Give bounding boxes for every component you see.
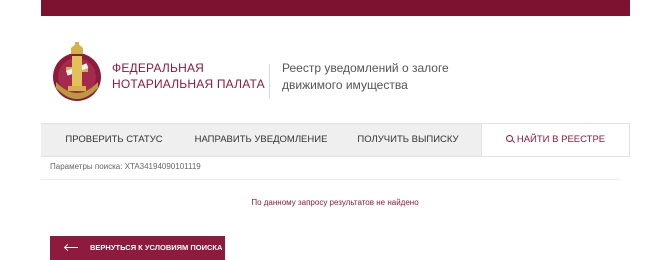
registry-title-line1: Реестр уведомлений о залоге	[282, 61, 449, 75]
divider	[41, 179, 620, 180]
org-name-line1: Федеральная	[112, 61, 205, 75]
arrow-left-icon	[65, 247, 78, 249]
back-button-label: Вернуться к условиям поиска	[90, 243, 223, 252]
tab-label: Направить уведомление	[194, 134, 328, 145]
tab-check-status[interactable]: Проверить статус	[41, 124, 187, 156]
tab-send-notification[interactable]: Направить уведомление	[187, 124, 335, 156]
no-results-message: По данному запросу результатов не найден…	[251, 198, 419, 207]
tab-find-in-registry[interactable]: Найти в реестре	[481, 124, 630, 156]
tab-label: Получить выписку	[357, 134, 459, 145]
org-name[interactable]: Федеральная нотариальная палата	[112, 60, 265, 92]
registry-title: Реестр уведомлений о залоге движимого им…	[282, 60, 449, 94]
tab-get-extract[interactable]: Получить выписку	[335, 124, 481, 156]
registry-title-line2: движимого имущества	[282, 78, 408, 92]
top-bar	[41, 0, 630, 16]
back-to-search-button[interactable]: Вернуться к условиям поиска	[50, 236, 225, 260]
tab-label: Проверить статус	[65, 134, 163, 145]
header-divider	[269, 64, 270, 98]
main-nav: Проверить статус Направить уведомление П…	[41, 123, 630, 157]
tab-label: Найти в реестре	[516, 134, 606, 145]
org-name-line2: нотариальная палата	[112, 77, 265, 91]
search-icon	[505, 134, 513, 142]
notary-emblem-logo[interactable]	[50, 42, 104, 108]
search-params: Параметры поиска: XTA34194090101119	[50, 162, 201, 171]
